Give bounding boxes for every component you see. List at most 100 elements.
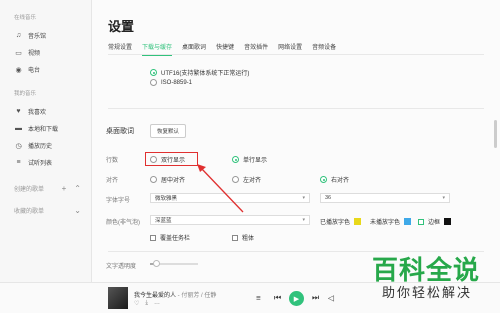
settings-panel: 设置 常规设置 下载与缓存 桌面歌词 快捷键 音效插件 网络设置 音频设备 UT… <box>92 0 500 282</box>
desktop-lyrics-heading: 桌面歌词 <box>106 128 134 135</box>
playlist-mode-icon[interactable]: ≡ <box>256 294 261 303</box>
unplayed-color-swatch[interactable] <box>404 218 412 225</box>
encoding-utf16-label: UTF16(支持繁体系统下正常运行) <box>161 71 250 77</box>
song-artist[interactable]: - 付丽芳 / 任静 <box>176 293 217 299</box>
watermark: 百科全说 助你轻松解决 <box>364 250 494 306</box>
sidebar-item-video[interactable]: ▭ 视频 <box>0 44 91 61</box>
next-icon[interactable]: ⏭ <box>312 293 319 303</box>
font-size-value: 36 <box>325 195 332 201</box>
encoding-utf16-option[interactable]: UTF16(支持繁体系统下正常运行) <box>150 68 249 77</box>
sidebar-item-radio[interactable]: ◉ 电台 <box>0 61 91 78</box>
unplayed-color-option[interactable]: 未播放字色 <box>370 217 412 226</box>
previous-icon[interactable]: ⏮ <box>274 293 281 303</box>
volume-icon[interactable]: ◁ <box>328 294 334 303</box>
sidebar-item-label: 我喜欢 <box>28 110 47 116</box>
page-title: 设置 <box>108 19 135 34</box>
monitor-icon: ▬ <box>15 125 22 132</box>
played-color-swatch[interactable] <box>354 218 362 225</box>
color-scheme-value: 深蓝蓝 <box>155 218 172 224</box>
border-option[interactable]: 边框 <box>418 217 452 226</box>
sidebar-group-online: 在线音乐 <box>14 15 37 21</box>
font-size-select[interactable]: 36 ▾ <box>320 193 450 203</box>
song-title[interactable]: 我今生最爱的人 <box>134 293 176 299</box>
video-icon: ▭ <box>15 49 22 57</box>
bold-checkbox[interactable] <box>232 234 238 241</box>
radio-selected[interactable] <box>150 69 157 76</box>
song-actions: ♡ ⤓ … <box>134 300 160 307</box>
played-color-label: 已播放字色 <box>320 220 351 226</box>
heart-icon: ♥ <box>16 108 21 115</box>
sidebar-item-label: 视频 <box>28 51 41 57</box>
sidebar-item-trial-list[interactable]: ≡ 试听列表 <box>0 154 91 171</box>
encoding-iso-label: ISO-8859-1 <box>161 79 193 86</box>
heart-icon[interactable]: ♡ <box>134 300 139 307</box>
music-app-window: 在线音乐 ♫ 音乐馆 ▭ 视频 ◉ 电台 我的音乐 ♥ 我喜欢 ▬ 本地和下载 … <box>0 0 500 313</box>
sidebar-item-label: 播放历史 <box>28 144 53 150</box>
color-label: 颜色(非气泡) <box>106 220 140 226</box>
history-icon: ◷ <box>15 142 22 150</box>
border-label: 边框 <box>428 220 441 226</box>
chevron-down-icon: ▾ <box>302 195 305 201</box>
sidebar: 在线音乐 ♫ 音乐馆 ▭ 视频 ◉ 电台 我的音乐 ♥ 我喜欢 ▬ 本地和下载 … <box>0 0 92 282</box>
annotation-highlight-box <box>145 152 198 166</box>
album-cover[interactable] <box>108 287 128 309</box>
sidebar-item-label: 音乐馆 <box>28 34 47 40</box>
rows-label: 行数 <box>106 158 119 164</box>
sidebar-item-local-download[interactable]: ▬ 本地和下载 <box>0 120 91 137</box>
more-icon[interactable]: … <box>154 300 160 307</box>
play-icon: ▶ <box>293 295 300 303</box>
sidebar-group-my-music: 我的音乐 <box>14 91 37 97</box>
scrollbar[interactable] <box>494 120 497 148</box>
align-left-option[interactable]: 左对齐 <box>232 175 261 184</box>
radio-unselected[interactable] <box>150 79 157 86</box>
overlay-taskbar-checkbox[interactable] <box>150 234 156 241</box>
sidebar-item-favorites[interactable]: ♥ 我喜欢 <box>0 103 91 120</box>
add-icon[interactable]: + <box>62 184 67 193</box>
bold-label: 粗体 <box>242 236 255 242</box>
align-center-option[interactable]: 居中对齐 <box>150 175 185 184</box>
radio-unselected[interactable] <box>150 176 157 183</box>
sidebar-item-history[interactable]: ◷ 播放历史 <box>0 137 91 154</box>
sidebar-item-label: 试听列表 <box>28 161 53 167</box>
sidebar-item-music-hall[interactable]: ♫ 音乐馆 <box>0 27 91 44</box>
music-note-icon: ♫ <box>15 32 22 39</box>
rows-single-option[interactable]: 单行显示 <box>232 155 267 164</box>
align-label: 对齐 <box>106 178 119 184</box>
chevron-down-icon: ▾ <box>302 217 305 223</box>
overlay-taskbar-option[interactable]: 覆盖任务栏 <box>150 233 190 242</box>
color-scheme-select[interactable]: 深蓝蓝 ▾ <box>150 215 310 225</box>
chevron-down-icon: ▾ <box>442 195 445 201</box>
bold-option[interactable]: 粗体 <box>232 233 254 242</box>
align-right-label: 右对齐 <box>331 178 350 184</box>
now-playing: 我今生最爱的人 - 付丽芳 / 任静 <box>134 290 216 299</box>
align-left-label: 左对齐 <box>243 178 262 184</box>
encoding-iso-option[interactable]: ISO-8859-1 <box>150 79 192 86</box>
radio-icon: ◉ <box>15 66 22 74</box>
opacity-label: 文字透明度 <box>106 264 137 270</box>
download-icon[interactable]: ⤓ <box>145 300 148 307</box>
tabs-divider <box>108 54 484 55</box>
chevron-down-icon[interactable]: ⌄ <box>74 206 81 215</box>
played-color-option[interactable]: 已播放字色 <box>320 217 362 226</box>
radio-selected[interactable] <box>232 156 239 163</box>
list-icon: ≡ <box>16 159 21 166</box>
opacity-slider-handle[interactable] <box>153 260 160 267</box>
radio-unselected[interactable] <box>232 176 239 183</box>
chevron-up-icon[interactable]: ⌃ <box>74 184 81 193</box>
font-label: 字体字号 <box>106 198 131 204</box>
font-select[interactable]: 微软雅黑 ▾ <box>150 193 310 203</box>
section-divider <box>108 108 484 109</box>
sidebar-item-label: 本地和下载 <box>28 127 59 133</box>
rows-single-label: 单行显示 <box>243 158 268 164</box>
font-select-value: 微软雅黑 <box>155 196 178 202</box>
reset-default-button[interactable]: 恢复默认 <box>150 124 187 138</box>
border-color-swatch[interactable] <box>444 218 452 225</box>
border-checkbox[interactable] <box>418 218 424 225</box>
created-playlists-label: 创建的歌单 <box>14 186 45 193</box>
play-button[interactable]: ▶ <box>289 291 304 306</box>
unplayed-color-label: 未播放字色 <box>370 220 401 226</box>
watermark-subtitle: 助你轻松解决 <box>382 285 473 300</box>
collected-playlists-label: 收藏的歌单 <box>14 208 45 215</box>
radio-selected[interactable] <box>320 176 327 183</box>
align-right-option[interactable]: 右对齐 <box>320 175 349 184</box>
